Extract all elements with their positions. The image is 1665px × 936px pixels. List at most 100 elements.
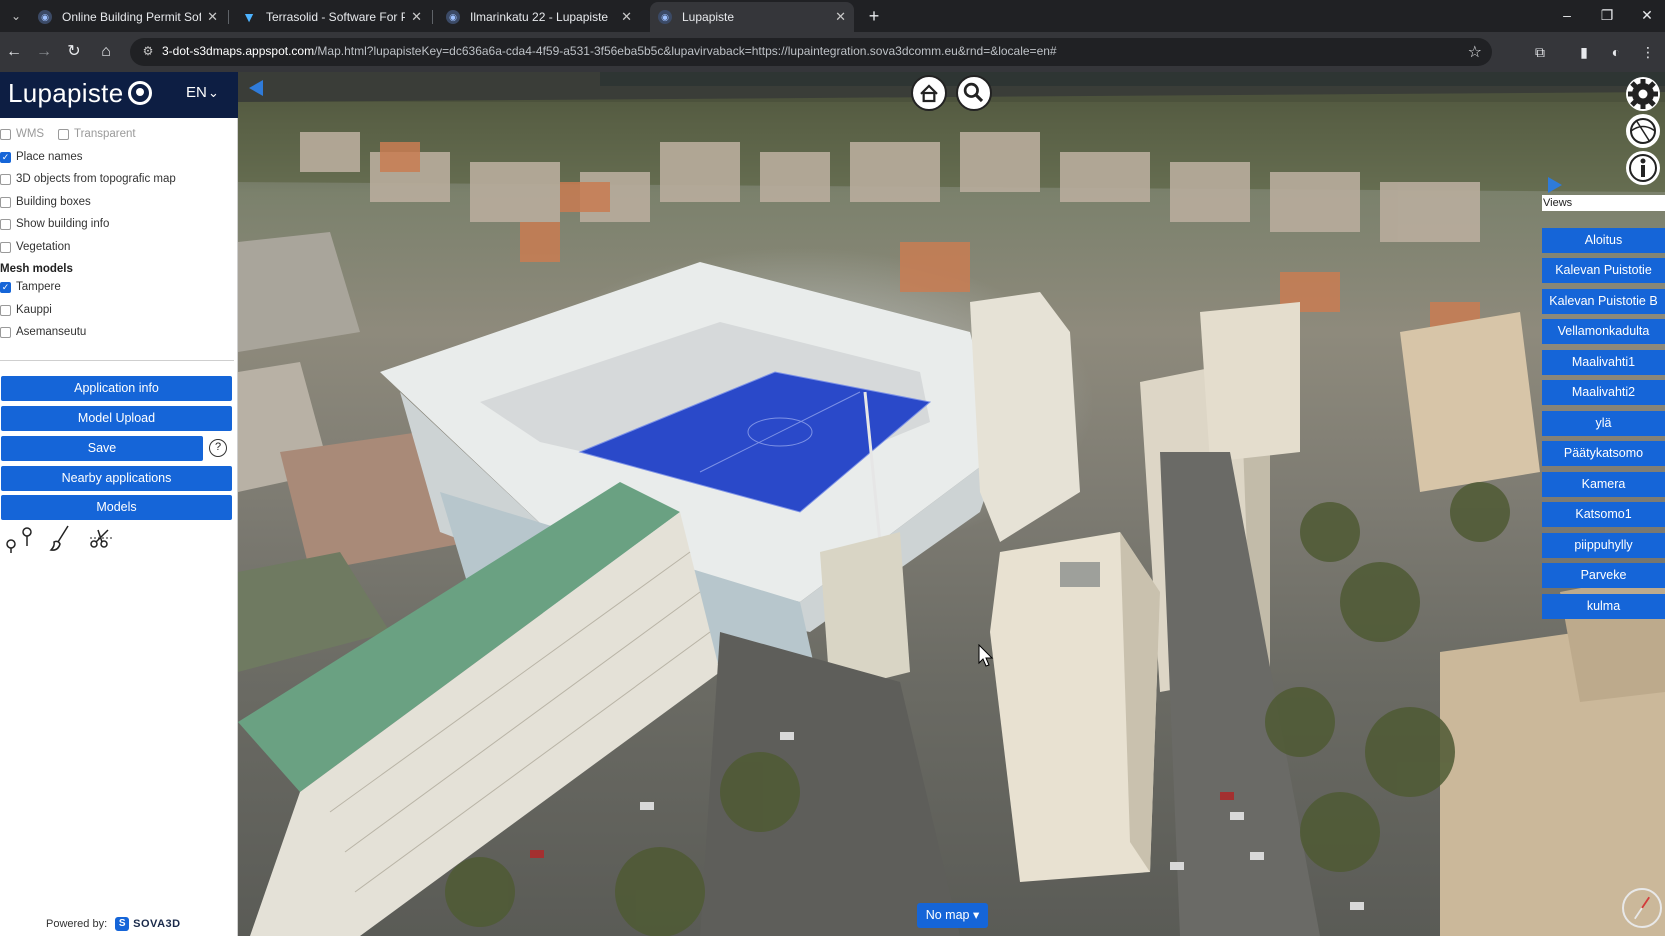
checkbox[interactable] — [0, 128, 11, 140]
draw-brush-icon[interactable] — [46, 524, 76, 554]
mesh-tampere[interactable]: ✓ Tampere — [0, 279, 61, 295]
url-text: 3-dot-s3dmaps.appspot.com/Map.html?lupap… — [162, 44, 1057, 58]
search-icon[interactable] — [956, 75, 992, 111]
close-tab-icon[interactable]: ✕ — [835, 9, 846, 25]
settings-gear-icon[interactable] — [1626, 77, 1660, 111]
layer-transparent[interactable]: Transparent — [58, 126, 136, 142]
checkbox[interactable] — [0, 173, 11, 185]
home-view-icon[interactable] — [911, 75, 947, 111]
close-tab-icon[interactable]: ✕ — [207, 9, 218, 25]
view-button-kulma[interactable]: kulma — [1542, 594, 1665, 619]
extensions-icon[interactable]: ⧉ — [1528, 40, 1552, 64]
checkbox-checked[interactable]: ✓ — [0, 281, 11, 293]
save-button[interactable]: Save — [1, 436, 203, 461]
view-button-piippuhylly[interactable]: piippuhylly — [1542, 533, 1665, 558]
collapse-panel-arrow-icon[interactable] — [249, 80, 263, 96]
mesh-asemanseutu[interactable]: Asemanseutu — [0, 324, 86, 340]
new-tab-button[interactable]: + — [862, 4, 886, 28]
view-button-maalivahti2[interactable]: Maalivahti2 — [1542, 380, 1665, 405]
view-button-kalevan-puistotie-b[interactable]: Kalevan Puistotie B — [1542, 289, 1665, 314]
close-tab-icon[interactable]: ✕ — [621, 9, 632, 25]
layer-show-building-info[interactable]: Show building info — [0, 216, 109, 232]
restore-icon[interactable]: ❐ — [1593, 4, 1621, 26]
view-button-kamera[interactable]: Kamera — [1542, 472, 1665, 497]
view-button-maalivahti1[interactable]: Maalivahti1 — [1542, 350, 1665, 375]
terrasolid-favicon-icon: ▼ — [242, 9, 256, 25]
home-icon[interactable]: ⌂ — [94, 40, 118, 64]
view-button-yla[interactable]: ylä — [1542, 411, 1665, 436]
view-button-aloitus[interactable]: Aloitus — [1542, 228, 1665, 253]
panel-divider — [0, 360, 234, 361]
city-scene-graphic — [238, 72, 1665, 936]
site-info-icon[interactable]: ⚙ — [140, 44, 156, 60]
layer-label: Vegetation — [16, 241, 71, 253]
browser-menu-icon[interactable]: ⋮ — [1636, 40, 1660, 64]
back-icon[interactable]: ← — [2, 40, 26, 64]
models-button[interactable]: Models — [1, 495, 232, 520]
reload-icon[interactable]: ↻ — [62, 40, 86, 64]
tab-title: Lupapiste — [682, 10, 735, 24]
application-info-button[interactable]: Application info — [1, 376, 232, 401]
nearby-applications-button[interactable]: Nearby applications — [1, 466, 232, 491]
mesh-label: Kauppi — [16, 304, 52, 316]
side-panel-icon[interactable]: ▮ — [1572, 40, 1596, 64]
model-upload-button[interactable]: Model Upload — [1, 406, 232, 431]
sova3d-brand: SOVA3D — [133, 918, 181, 930]
page-content: Lupapiste EN ⌄ WMS Transparent ✓ Place na… — [0, 72, 1665, 936]
minimize-icon[interactable]: – — [1553, 4, 1581, 26]
map-3d-view[interactable] — [0, 72, 1665, 936]
view-button-parveke[interactable]: Parveke — [1542, 563, 1665, 588]
layer-vegetation[interactable]: Vegetation — [0, 239, 70, 255]
checkbox[interactable] — [0, 241, 11, 253]
bookmark-star-icon[interactable]: ☆ — [1468, 42, 1482, 62]
checkbox[interactable] — [58, 128, 69, 140]
logo-bar: Lupapiste EN ⌄ — [0, 72, 238, 118]
layer-wms[interactable]: WMS — [0, 126, 44, 142]
globe-layers-icon[interactable] — [1626, 114, 1660, 148]
chevron-down-icon[interactable]: ⌄ — [208, 85, 219, 101]
view-button-katsomo1[interactable]: Katsomo1 — [1542, 502, 1665, 527]
layer-building-boxes[interactable]: Building boxes — [0, 194, 91, 210]
checkbox[interactable] — [0, 218, 11, 230]
tab-separator — [432, 10, 433, 24]
layer-label: WMS — [16, 128, 45, 140]
forward-icon[interactable]: → — [32, 40, 56, 64]
url-host: 3-dot-s3dmaps.appspot.com — [162, 44, 315, 58]
tab-online-building-permit[interactable]: ◉ Online Building Permit Software ✕ — [30, 2, 226, 32]
view-button-paatykatsomo[interactable]: Päätykatsomo — [1542, 441, 1665, 466]
cut-scissors-icon[interactable] — [86, 524, 116, 554]
view-button-kalevan-puistotie[interactable]: Kalevan Puistotie — [1542, 258, 1665, 283]
layer-label: Place names — [16, 151, 83, 163]
tab-ilmarinkatu[interactable]: ◉ Ilmarinkatu 22 - Lupapiste ✕ — [438, 2, 640, 32]
info-icon[interactable] — [1626, 151, 1660, 185]
language-selector[interactable]: EN — [186, 84, 207, 101]
tab-search-chevron-icon[interactable]: ⌄ — [4, 4, 28, 28]
layer-3d-objects[interactable]: 3D objects from topografic map — [0, 171, 176, 187]
compass-icon[interactable] — [1622, 888, 1662, 928]
powered-by-label: Powered by: — [46, 918, 108, 930]
checkbox[interactable] — [0, 196, 11, 208]
mesh-label: Tampere — [16, 281, 61, 293]
mesh-kauppi[interactable]: Kauppi — [0, 302, 52, 318]
view-button-vellamonkadulta[interactable]: Vellamonkadulta — [1542, 319, 1665, 344]
measure-distance-icon[interactable] — [4, 524, 34, 554]
lupapiste-favicon-icon: ◉ — [658, 10, 672, 24]
lupapiste-favicon-icon: ◉ — [446, 10, 460, 24]
tab-terrasolid[interactable]: ▼ Terrasolid - Software For Point Cloud … — [234, 2, 430, 32]
layer-place-names[interactable]: ✓ Place names — [0, 149, 82, 165]
profile-avatar-icon[interactable]: ◐ — [1604, 40, 1628, 64]
checkbox[interactable] — [0, 326, 11, 338]
lupapiste-favicon-icon: ◉ — [38, 10, 52, 24]
checkbox[interactable] — [0, 304, 11, 316]
browser-toolbar: ← → ↻ ⌂ ⚙ 3-dot-s3dmaps.appspot.com/Map.… — [0, 32, 1665, 72]
help-icon[interactable]: ? — [209, 439, 227, 457]
checkbox-checked[interactable]: ✓ — [0, 151, 11, 163]
close-window-icon[interactable]: ✕ — [1633, 4, 1661, 26]
close-tab-icon[interactable]: ✕ — [411, 9, 422, 25]
tab-title: Ilmarinkatu 22 - Lupapiste — [470, 10, 609, 24]
address-bar[interactable]: ⚙ 3-dot-s3dmaps.appspot.com/Map.html?lup… — [130, 38, 1492, 66]
tab-lupapiste-active[interactable]: ◉ Lupapiste ✕ — [650, 2, 854, 32]
views-toggle-arrow-icon[interactable] — [1548, 177, 1562, 193]
left-control-panel: Lupapiste EN ⌄ WMS Transparent ✓ Place na… — [0, 72, 238, 936]
no-map-dropdown[interactable]: No map ▾ — [917, 903, 988, 928]
